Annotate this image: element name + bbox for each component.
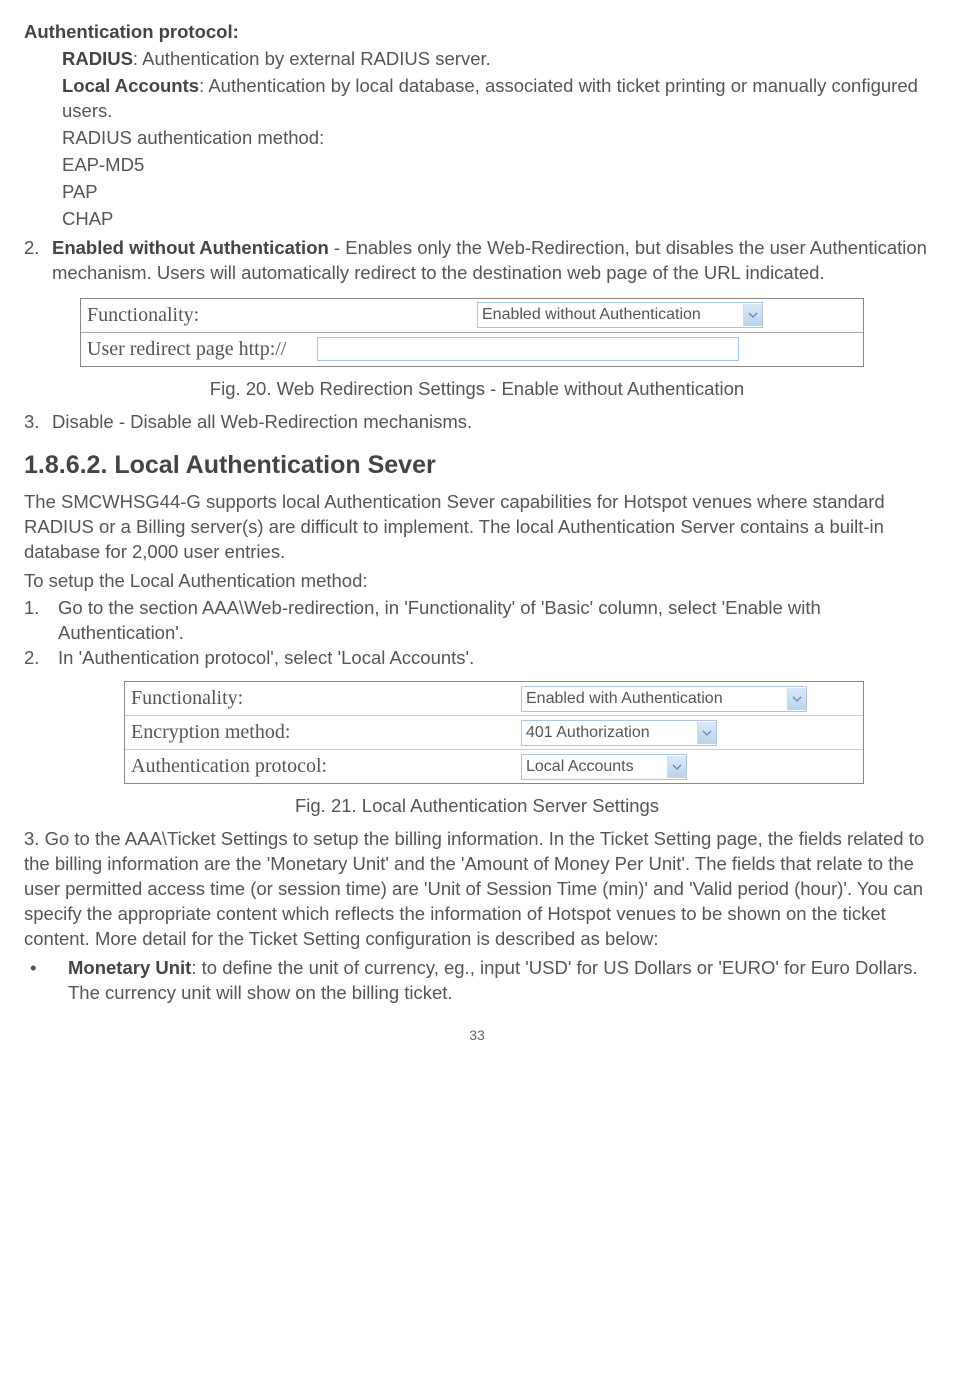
step1-text: Go to the section AAA\Web-redirection, i… (58, 596, 930, 646)
fig21-encryption-value: 401 Authorization (526, 722, 693, 744)
page-number: 33 (24, 1026, 930, 1045)
step3-paragraph: 3. Go to the AAA\Ticket Settings to setu… (24, 827, 930, 952)
fig20-functionality-label: Functionality: (87, 302, 477, 329)
bullet-body: Monetary Unit: to define the unit of cur… (68, 956, 930, 1006)
fig20-redirect-label: User redirect page http:// (87, 336, 317, 363)
fig21-encryption-label: Encryption method: (131, 719, 521, 746)
fig21-encryption-select[interactable]: 401 Authorization (521, 720, 717, 746)
fig21-functionality-select[interactable]: Enabled with Authentication (521, 686, 807, 712)
pap: PAP (62, 180, 930, 205)
local-accounts-label: Local Accounts (62, 75, 199, 96)
fig21-caption: Fig. 21. Local Authentication Server Set… (24, 794, 930, 819)
auth-protocol-heading: Authentication protocol: (24, 20, 930, 45)
fig20-redirect-input[interactable] (317, 337, 739, 361)
section-title: 1.8.6.2. Local Authentication Sever (24, 449, 930, 483)
fig20-functionality-select[interactable]: Enabled without Authentication (477, 302, 763, 328)
fig21-functionality-label: Functionality: (131, 685, 521, 712)
local-accounts-line: Local Accounts: Authentication by local … (62, 74, 930, 124)
radius-label: RADIUS (62, 48, 133, 69)
item3a-number: 3. (24, 410, 52, 435)
setup-intro: To setup the Local Authentication method… (24, 569, 930, 594)
radius-line: RADIUS: Authentication by external RADIU… (62, 47, 930, 72)
bullet-desc: : to define the unit of currency, eg., i… (68, 957, 918, 1003)
eap-md5: EAP-MD5 (62, 153, 930, 178)
figure-21-box: Functionality: Enabled with Authenticati… (124, 681, 864, 784)
step1-number: 1. (24, 596, 58, 646)
fig20-functionality-value: Enabled without Authentication (482, 304, 739, 326)
fig21-authproto-select[interactable]: Local Accounts (521, 754, 687, 780)
chap: CHAP (62, 207, 930, 232)
chevron-down-icon (697, 722, 716, 744)
radius-desc: : Authentication by external RADIUS serv… (133, 48, 491, 69)
step2-number: 2. (24, 646, 58, 671)
item2-title: Enabled without Authentication (52, 237, 329, 258)
item3a-text: Disable - Disable all Web-Redirection me… (52, 410, 930, 435)
figure-20-box: Functionality: Enabled without Authentic… (80, 298, 864, 367)
chevron-down-icon (743, 304, 762, 326)
bullet-dot: • (24, 956, 68, 1006)
item2-body: Enabled without Authentication - Enables… (52, 236, 930, 286)
chevron-down-icon (787, 688, 806, 710)
radius-method-line: RADIUS authentication method: (62, 126, 930, 151)
fig20-caption: Fig. 20. Web Redirection Settings - Enab… (24, 377, 930, 402)
item2-number: 2. (24, 236, 52, 286)
bullet-label: Monetary Unit (68, 957, 191, 978)
step2-text: In 'Authentication protocol', select 'Lo… (58, 646, 930, 671)
fig21-functionality-value: Enabled with Authentication (526, 688, 783, 710)
chevron-down-icon (667, 756, 686, 778)
fig21-authproto-label: Authentication protocol: (131, 753, 521, 780)
fig21-authproto-value: Local Accounts (526, 756, 663, 778)
section-paragraph: The SMCWHSG44-G supports local Authentic… (24, 490, 930, 565)
